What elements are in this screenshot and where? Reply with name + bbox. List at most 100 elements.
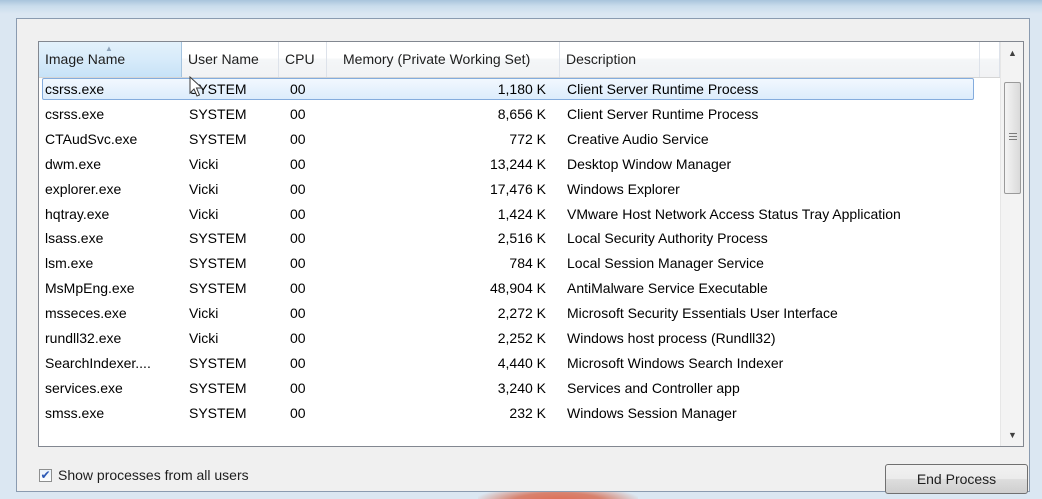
vertical-scrollbar[interactable]: ▲ ▼ bbox=[1000, 42, 1023, 446]
processes-tab-page: ▲ Image Name User Name CPU Memory (Priva… bbox=[16, 18, 1030, 494]
cpu-cell: 00 bbox=[290, 230, 306, 247]
memory-cell: 13,244 K bbox=[489, 155, 546, 172]
memory-cell: 8,656 K bbox=[497, 105, 546, 122]
memory-cell: 232 K bbox=[509, 404, 546, 421]
table-row[interactable]: MsMpEng.exe SYSTEM 00 48,904 K AntiMalware S… bbox=[39, 276, 1000, 300]
memory-cell: 3,240 K bbox=[497, 379, 546, 396]
user-name-cell: Vicki bbox=[189, 180, 219, 197]
user-name-cell: SYSTEM bbox=[189, 379, 247, 396]
checkmark-icon: ✔ bbox=[40, 468, 51, 482]
table-row[interactable]: csrss.exe SYSTEM 00 1,180 K Client Server Ru… bbox=[39, 77, 1000, 101]
process-name-cell: dwm.exe bbox=[45, 155, 102, 172]
description-cell: VMware Host Network Access Status Tray A… bbox=[567, 205, 901, 222]
user-name-cell: SYSTEM bbox=[189, 404, 247, 421]
process-name-cell: lsm.exe bbox=[45, 255, 94, 272]
memory-cell: 2,272 K bbox=[497, 305, 546, 322]
column-filler bbox=[980, 42, 1000, 77]
table-row[interactable]: explorer.exe Vicki 00 17,476 K Windows Explo… bbox=[39, 177, 1000, 201]
process-name-cell: msseces.exe bbox=[45, 305, 127, 322]
user-name-cell: Vicki bbox=[189, 205, 219, 222]
process-list[interactable]: ▲ Image Name User Name CPU Memory (Priva… bbox=[38, 41, 1024, 447]
cpu-cell: 00 bbox=[290, 180, 306, 197]
description-cell: AntiMalware Service Executable bbox=[567, 280, 768, 297]
table-row[interactable]: msseces.exe Vicki 00 2,272 K Microsoft Secur… bbox=[39, 301, 1000, 325]
user-name-cell: Vicki bbox=[189, 305, 219, 322]
column-header: ▲ Image Name User Name CPU Memory (Priva… bbox=[39, 42, 1000, 78]
cpu-cell: 00 bbox=[290, 305, 306, 322]
table-row[interactable]: smss.exe SYSTEM 00 232 K Windows Session Man… bbox=[39, 401, 1000, 425]
user-name-cell: SYSTEM bbox=[189, 280, 247, 297]
table-row[interactable]: lsass.exe SYSTEM 00 2,516 K Local Security A… bbox=[39, 226, 1000, 250]
column-description[interactable]: Description bbox=[560, 42, 980, 77]
show-all-users-checkbox[interactable]: ✔ bbox=[39, 468, 52, 482]
description-cell: Services and Controller app bbox=[567, 379, 740, 396]
table-row[interactable]: csrss.exe SYSTEM 00 8,656 K Client Server Ru… bbox=[39, 102, 1000, 126]
cpu-cell: 00 bbox=[290, 255, 306, 272]
table-row[interactable]: CTAudSvc.exe SYSTEM 00 772 K Creative Audio … bbox=[39, 127, 1000, 151]
user-name-cell: SYSTEM bbox=[189, 255, 247, 272]
process-name-cell: SearchIndexer.... bbox=[45, 354, 151, 371]
user-name-cell: SYSTEM bbox=[189, 105, 247, 122]
show-all-users-option[interactable]: ✔ Show processes from all users bbox=[39, 466, 249, 484]
memory-cell: 772 K bbox=[509, 130, 546, 147]
memory-cell: 2,252 K bbox=[497, 330, 546, 346]
grip-icon bbox=[1009, 133, 1017, 142]
process-name-cell: services.exe bbox=[45, 379, 123, 396]
cpu-cell: 00 bbox=[290, 354, 306, 371]
scroll-up-button[interactable]: ▲ bbox=[1001, 42, 1023, 64]
process-name-cell: hqtray.exe bbox=[45, 205, 110, 222]
user-name-cell: Vicki bbox=[189, 330, 219, 346]
process-name-cell: CTAudSvc.exe bbox=[45, 130, 138, 147]
description-cell: Windows Explorer bbox=[567, 180, 680, 197]
description-cell: Desktop Window Manager bbox=[567, 155, 732, 172]
cpu-cell: 00 bbox=[290, 155, 306, 172]
cpu-cell: 00 bbox=[290, 280, 306, 297]
memory-cell: 2,516 K bbox=[497, 230, 546, 247]
user-name-cell: SYSTEM bbox=[189, 230, 247, 247]
scroll-down-button[interactable]: ▼ bbox=[1001, 424, 1023, 446]
description-cell: Windows host process (Rundll32) bbox=[567, 330, 776, 346]
column-cpu[interactable]: CPU bbox=[279, 42, 327, 77]
process-name-cell: lsass.exe bbox=[45, 230, 104, 247]
process-name-cell: rundll32.exe bbox=[45, 330, 122, 346]
process-name-cell: smss.exe bbox=[45, 404, 105, 421]
description-cell: Creative Audio Service bbox=[567, 130, 709, 147]
process-name-cell: MsMpEng.exe bbox=[45, 280, 135, 297]
user-name-cell: Vicki bbox=[189, 155, 219, 172]
column-memory[interactable]: Memory (Private Working Set) bbox=[327, 42, 560, 77]
description-cell: Local Session Manager Service bbox=[567, 255, 764, 272]
table-row[interactable]: dwm.exe Vicki 00 13,244 K Desktop Window Man… bbox=[39, 152, 1000, 176]
memory-cell: 48,904 K bbox=[489, 280, 546, 297]
column-user-name[interactable]: User Name bbox=[182, 42, 279, 77]
end-process-button[interactable]: End Process bbox=[885, 464, 1028, 494]
description-cell: Local Security Authority Process bbox=[567, 230, 768, 247]
description-cell: Microsoft Windows Search Indexer bbox=[567, 354, 784, 371]
scroll-up-icon: ▲ bbox=[1008, 48, 1017, 58]
memory-cell: 4,440 K bbox=[497, 354, 546, 371]
process-name-cell: csrss.exe bbox=[45, 81, 105, 97]
description-cell: Client Server Runtime Process bbox=[567, 105, 759, 122]
table-row[interactable]: rundll32.exe Vicki 00 2,252 K Windows host p… bbox=[39, 326, 1000, 350]
memory-cell: 17,476 K bbox=[489, 180, 546, 197]
user-name-cell: SYSTEM bbox=[189, 130, 247, 147]
process-name-cell: csrss.exe bbox=[45, 105, 105, 122]
table-row[interactable]: services.exe SYSTEM 00 3,240 K Services and … bbox=[39, 376, 1000, 400]
table-row[interactable]: lsm.exe SYSTEM 00 784 K Local Session Manage… bbox=[39, 251, 1000, 275]
cpu-cell: 00 bbox=[290, 105, 306, 122]
scrollbar-thumb[interactable] bbox=[1004, 82, 1021, 194]
cpu-cell: 00 bbox=[290, 379, 306, 396]
scroll-down-icon: ▼ bbox=[1008, 430, 1017, 440]
cpu-cell: 00 bbox=[290, 404, 306, 421]
description-cell: Client Server Runtime Process bbox=[567, 81, 759, 97]
cpu-cell: 00 bbox=[290, 130, 306, 147]
description-cell: Microsoft Security Essentials User Inter… bbox=[567, 305, 838, 322]
table-row[interactable]: SearchIndexer.... SYSTEM 00 4,440 K Microsof… bbox=[39, 351, 1000, 375]
column-image-name[interactable]: ▲ Image Name bbox=[39, 42, 182, 77]
cpu-cell: 00 bbox=[290, 330, 306, 346]
memory-cell: 1,424 K bbox=[497, 205, 546, 222]
cpu-cell: 00 bbox=[290, 205, 306, 222]
description-cell: Windows Session Manager bbox=[567, 404, 737, 421]
table-row[interactable]: hqtray.exe Vicki 00 1,424 K VMware Host Netw… bbox=[39, 202, 1000, 226]
cpu-cell: 00 bbox=[290, 81, 306, 97]
show-all-users-label[interactable]: Show processes from all users bbox=[58, 467, 249, 483]
